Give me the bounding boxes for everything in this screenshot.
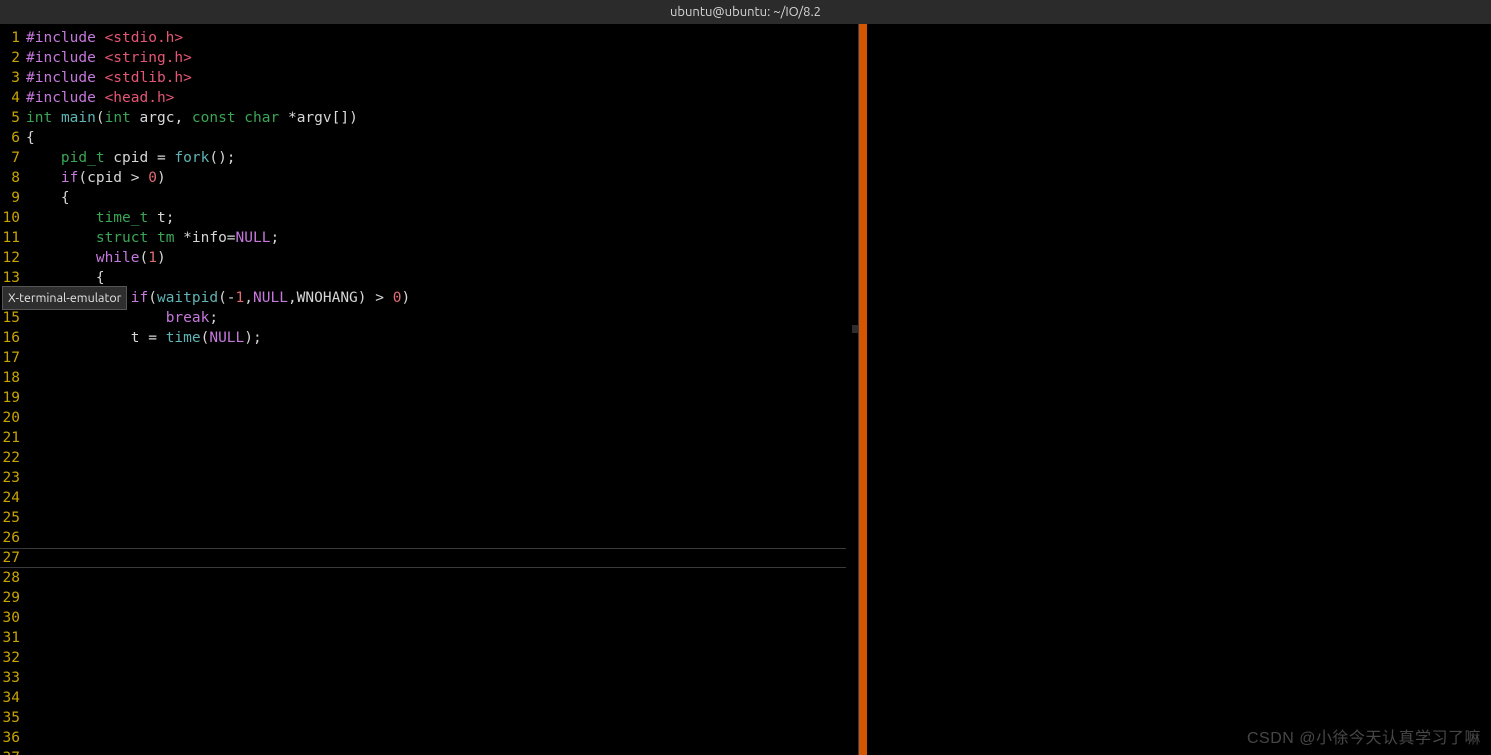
line-number: 22: [0, 448, 20, 468]
line-number-gutter: 1234567891011121314151617181920212223242…: [0, 28, 22, 755]
line-number: 15: [0, 308, 20, 328]
line-number: 24: [0, 488, 20, 508]
main-split: 1234567891011121314151617181920212223242…: [0, 24, 1491, 755]
line-number: 30: [0, 608, 20, 628]
code-line[interactable]: pid_t cpid = fork();: [26, 148, 858, 168]
code-line[interactable]: while(1): [26, 248, 858, 268]
code-line[interactable]: {: [26, 268, 858, 288]
line-number: 17: [0, 348, 20, 368]
line-number: 18: [0, 368, 20, 388]
line-number: 11: [0, 228, 20, 248]
current-line-highlight: [0, 548, 846, 568]
line-number: 34: [0, 688, 20, 708]
code-area[interactable]: #include <stdio.h>#include <string.h>#in…: [26, 28, 858, 348]
line-number: 4: [0, 88, 20, 108]
code-line[interactable]: if(waitpid(-1,NULL,WNOHANG) > 0): [26, 288, 858, 308]
code-line[interactable]: #include <head.h>: [26, 88, 858, 108]
pane-divider[interactable]: [859, 24, 867, 755]
line-number: 31: [0, 628, 20, 648]
window-title: ubuntu@ubuntu: ~/IO/8.2: [0, 0, 1491, 24]
line-number: 37: [0, 748, 20, 755]
code-line[interactable]: int main(int argc, const char *argv[]): [26, 108, 858, 128]
code-line[interactable]: {: [26, 128, 858, 148]
line-number: 10: [0, 208, 20, 228]
scroll-marker: [852, 325, 858, 333]
app-tooltip: X-terminal-emulator: [2, 286, 127, 310]
editor-pane[interactable]: 1234567891011121314151617181920212223242…: [0, 24, 858, 755]
line-number: 33: [0, 668, 20, 688]
line-number: 28: [0, 568, 20, 588]
line-number: 12: [0, 248, 20, 268]
line-number: 9: [0, 188, 20, 208]
code-line[interactable]: #include <string.h>: [26, 48, 858, 68]
line-number: 8: [0, 168, 20, 188]
terminal-pane[interactable]: [867, 24, 1491, 755]
line-number: 27: [0, 548, 20, 568]
line-number: 36: [0, 728, 20, 748]
line-number: 13: [0, 268, 20, 288]
line-number: 25: [0, 508, 20, 528]
line-number: 35: [0, 708, 20, 728]
line-number: 5: [0, 108, 20, 128]
code-line[interactable]: time_t t;: [26, 208, 858, 228]
code-line[interactable]: break;: [26, 308, 858, 328]
line-number: 21: [0, 428, 20, 448]
line-number: 16: [0, 328, 20, 348]
line-number: 2: [0, 48, 20, 68]
line-number: 32: [0, 648, 20, 668]
line-number: 6: [0, 128, 20, 148]
code-line[interactable]: t = time(NULL);: [26, 328, 858, 348]
code-line[interactable]: struct tm *info=NULL;: [26, 228, 858, 248]
line-number: 20: [0, 408, 20, 428]
line-number: 7: [0, 148, 20, 168]
code-line[interactable]: #include <stdlib.h>: [26, 68, 858, 88]
line-number: 3: [0, 68, 20, 88]
line-number: 19: [0, 388, 20, 408]
line-number: 23: [0, 468, 20, 488]
line-number: 1: [0, 28, 20, 48]
line-number: 26: [0, 528, 20, 548]
code-line[interactable]: #include <stdio.h>: [26, 28, 858, 48]
code-line[interactable]: if(cpid > 0): [26, 168, 858, 188]
line-number: 29: [0, 588, 20, 608]
code-line[interactable]: {: [26, 188, 858, 208]
